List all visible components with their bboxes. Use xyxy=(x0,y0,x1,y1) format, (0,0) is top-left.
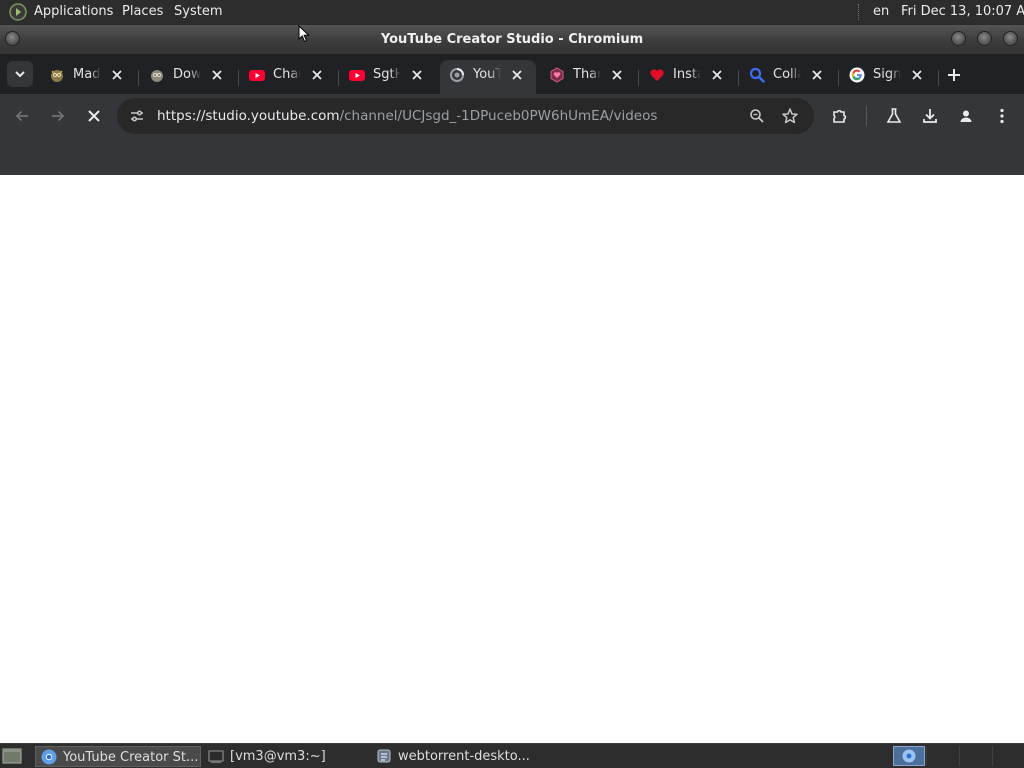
youtube-favicon-icon xyxy=(249,70,265,81)
search-favicon-icon xyxy=(749,67,765,83)
google-favicon-icon xyxy=(849,67,865,83)
close-window-button[interactable] xyxy=(1003,31,1018,46)
bookmark-star-icon[interactable] xyxy=(781,107,799,125)
download-icon[interactable] xyxy=(921,107,939,125)
task-terminal[interactable]: [vm3@vm3:~] xyxy=(203,746,369,767)
url-text[interactable]: https://studio.youtube.com/channel/UCJsg… xyxy=(157,108,657,124)
address-bar[interactable]: https://studio.youtube.com/channel/UCJsg… xyxy=(117,98,814,134)
show-desktop-icon[interactable] xyxy=(2,747,22,765)
bottom-taskbar: YouTube Creator St... [vm3@vm3:~] webtor… xyxy=(0,743,1024,768)
tab-instagram[interactable]: Instagram xyxy=(640,60,736,94)
tab-thank[interactable]: Thank xyxy=(540,60,636,94)
tab-separator xyxy=(238,70,239,86)
applications-menu[interactable]: Applications xyxy=(34,4,113,19)
window-titlebar[interactable]: YouTube Creator Studio - Chromium xyxy=(0,25,1024,54)
panel-clock[interactable]: Fri Dec 13, 10:07 AM xyxy=(901,4,1024,19)
applications-menu-icon[interactable] xyxy=(9,3,27,21)
close-icon[interactable] xyxy=(310,68,324,82)
url-path: /channel/UCJsgd_-1DPuceb0PW6hUmEA/videos xyxy=(339,108,658,124)
labs-flask-icon[interactable] xyxy=(885,107,903,125)
back-arrow-icon[interactable] xyxy=(13,107,31,125)
close-icon[interactable] xyxy=(410,68,424,82)
tab-collab[interactable]: Collab xyxy=(740,60,836,94)
tab-separator xyxy=(738,70,739,86)
browser-toolbar: https://studio.youtube.com/channel/UCJsg… xyxy=(0,94,1024,138)
hexagon-heart-favicon-icon xyxy=(550,67,564,83)
minimize-button[interactable] xyxy=(951,31,966,46)
tab-label: Sign xyxy=(873,67,901,82)
task-label: YouTube Creator St... xyxy=(63,750,199,765)
extensions-puzzle-icon[interactable] xyxy=(831,107,849,125)
close-icon[interactable] xyxy=(710,68,724,82)
loading-favicon-icon xyxy=(450,68,464,82)
site-info-tune-icon[interactable] xyxy=(129,108,145,124)
page-content-area[interactable] xyxy=(0,175,1024,743)
tab-label: YouTube xyxy=(473,67,501,82)
tab-sgtha[interactable]: SgtHa xyxy=(340,60,436,94)
tab-label: Channel xyxy=(273,67,301,82)
chromium-icon xyxy=(902,749,916,763)
chromium-icon xyxy=(41,749,57,765)
window-title: YouTube Creator Studio - Chromium xyxy=(380,32,644,47)
task-label: [vm3@vm3:~] xyxy=(230,749,326,764)
panel-separator xyxy=(858,4,861,20)
more-menu-kebab-icon[interactable] xyxy=(993,107,1011,125)
heart-favicon-icon xyxy=(650,69,664,81)
workspace-switcher-cell[interactable] xyxy=(926,746,959,766)
toolbar-separator xyxy=(866,106,867,126)
forward-arrow-icon[interactable] xyxy=(49,107,67,125)
task-label: webtorrent-deskto... xyxy=(398,749,530,764)
tab-strip: Madame Download Channel SgtHa xyxy=(0,54,1024,94)
tab-separator xyxy=(138,70,139,86)
top-panel: Applications Places System en Fri Dec 13… xyxy=(0,0,1024,24)
workspace-switcher-cell[interactable] xyxy=(992,746,1024,766)
tab-separator xyxy=(838,70,839,86)
owl-favicon-icon xyxy=(151,70,163,82)
close-icon[interactable] xyxy=(610,68,624,82)
close-icon[interactable] xyxy=(110,68,124,82)
system-menu[interactable]: System xyxy=(174,4,222,19)
close-icon[interactable] xyxy=(210,68,224,82)
tab-label: Download xyxy=(173,67,201,82)
youtube-favicon-icon xyxy=(349,70,365,81)
tab-label: SgtHa xyxy=(373,67,401,82)
task-youtube-creator-studio[interactable]: YouTube Creator St... xyxy=(35,746,201,767)
workspace-switcher-active[interactable] xyxy=(893,746,925,766)
tab-madame[interactable]: Madame xyxy=(40,60,136,94)
tab-download[interactable]: Download xyxy=(140,60,236,94)
tab-sign-in[interactable]: Sign xyxy=(840,60,936,94)
close-icon[interactable] xyxy=(810,68,824,82)
stop-loading-x-icon[interactable] xyxy=(85,107,103,125)
owl-favicon-icon xyxy=(51,70,63,82)
tab-separator xyxy=(938,70,939,86)
maximize-button[interactable] xyxy=(977,31,992,46)
close-icon[interactable] xyxy=(910,68,924,82)
bookmarks-bar xyxy=(0,138,1024,175)
terminal-icon xyxy=(208,750,224,763)
tab-label: Instagram xyxy=(673,67,701,82)
webtorrent-app-icon xyxy=(377,749,391,763)
url-host: https://studio.youtube.com xyxy=(157,108,340,124)
task-webtorrent[interactable]: webtorrent-deskto... xyxy=(371,746,537,767)
tab-label: Collab xyxy=(773,67,801,82)
keyboard-layout-indicator[interactable]: en xyxy=(873,4,889,19)
tab-label: Madame xyxy=(73,67,101,82)
tab-youtube-studio[interactable]: YouTube xyxy=(440,60,536,94)
tab-channel[interactable]: Channel xyxy=(240,60,336,94)
tab-search-button[interactable] xyxy=(7,61,33,87)
tab-separator xyxy=(638,70,639,86)
tab-label: Thank xyxy=(573,67,601,82)
mouse-pointer-icon xyxy=(298,25,310,43)
chevron-down-icon xyxy=(15,71,25,78)
close-icon[interactable] xyxy=(510,68,524,82)
zoom-magnifier-icon[interactable] xyxy=(749,108,765,124)
profile-avatar-icon[interactable] xyxy=(957,107,975,125)
places-menu[interactable]: Places xyxy=(122,4,163,19)
workspace-switcher-cell[interactable] xyxy=(959,746,992,766)
new-tab-plus-icon[interactable] xyxy=(944,65,964,85)
tab-separator xyxy=(338,70,339,86)
